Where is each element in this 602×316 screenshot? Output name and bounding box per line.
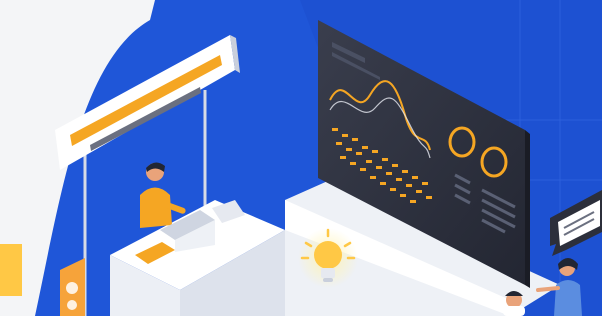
yellow-accent-strip [0,244,22,296]
settings-icon [66,282,78,294]
gear-icon [67,300,77,310]
lightbulb-icon [298,228,358,288]
isometric-illustration [0,0,602,316]
